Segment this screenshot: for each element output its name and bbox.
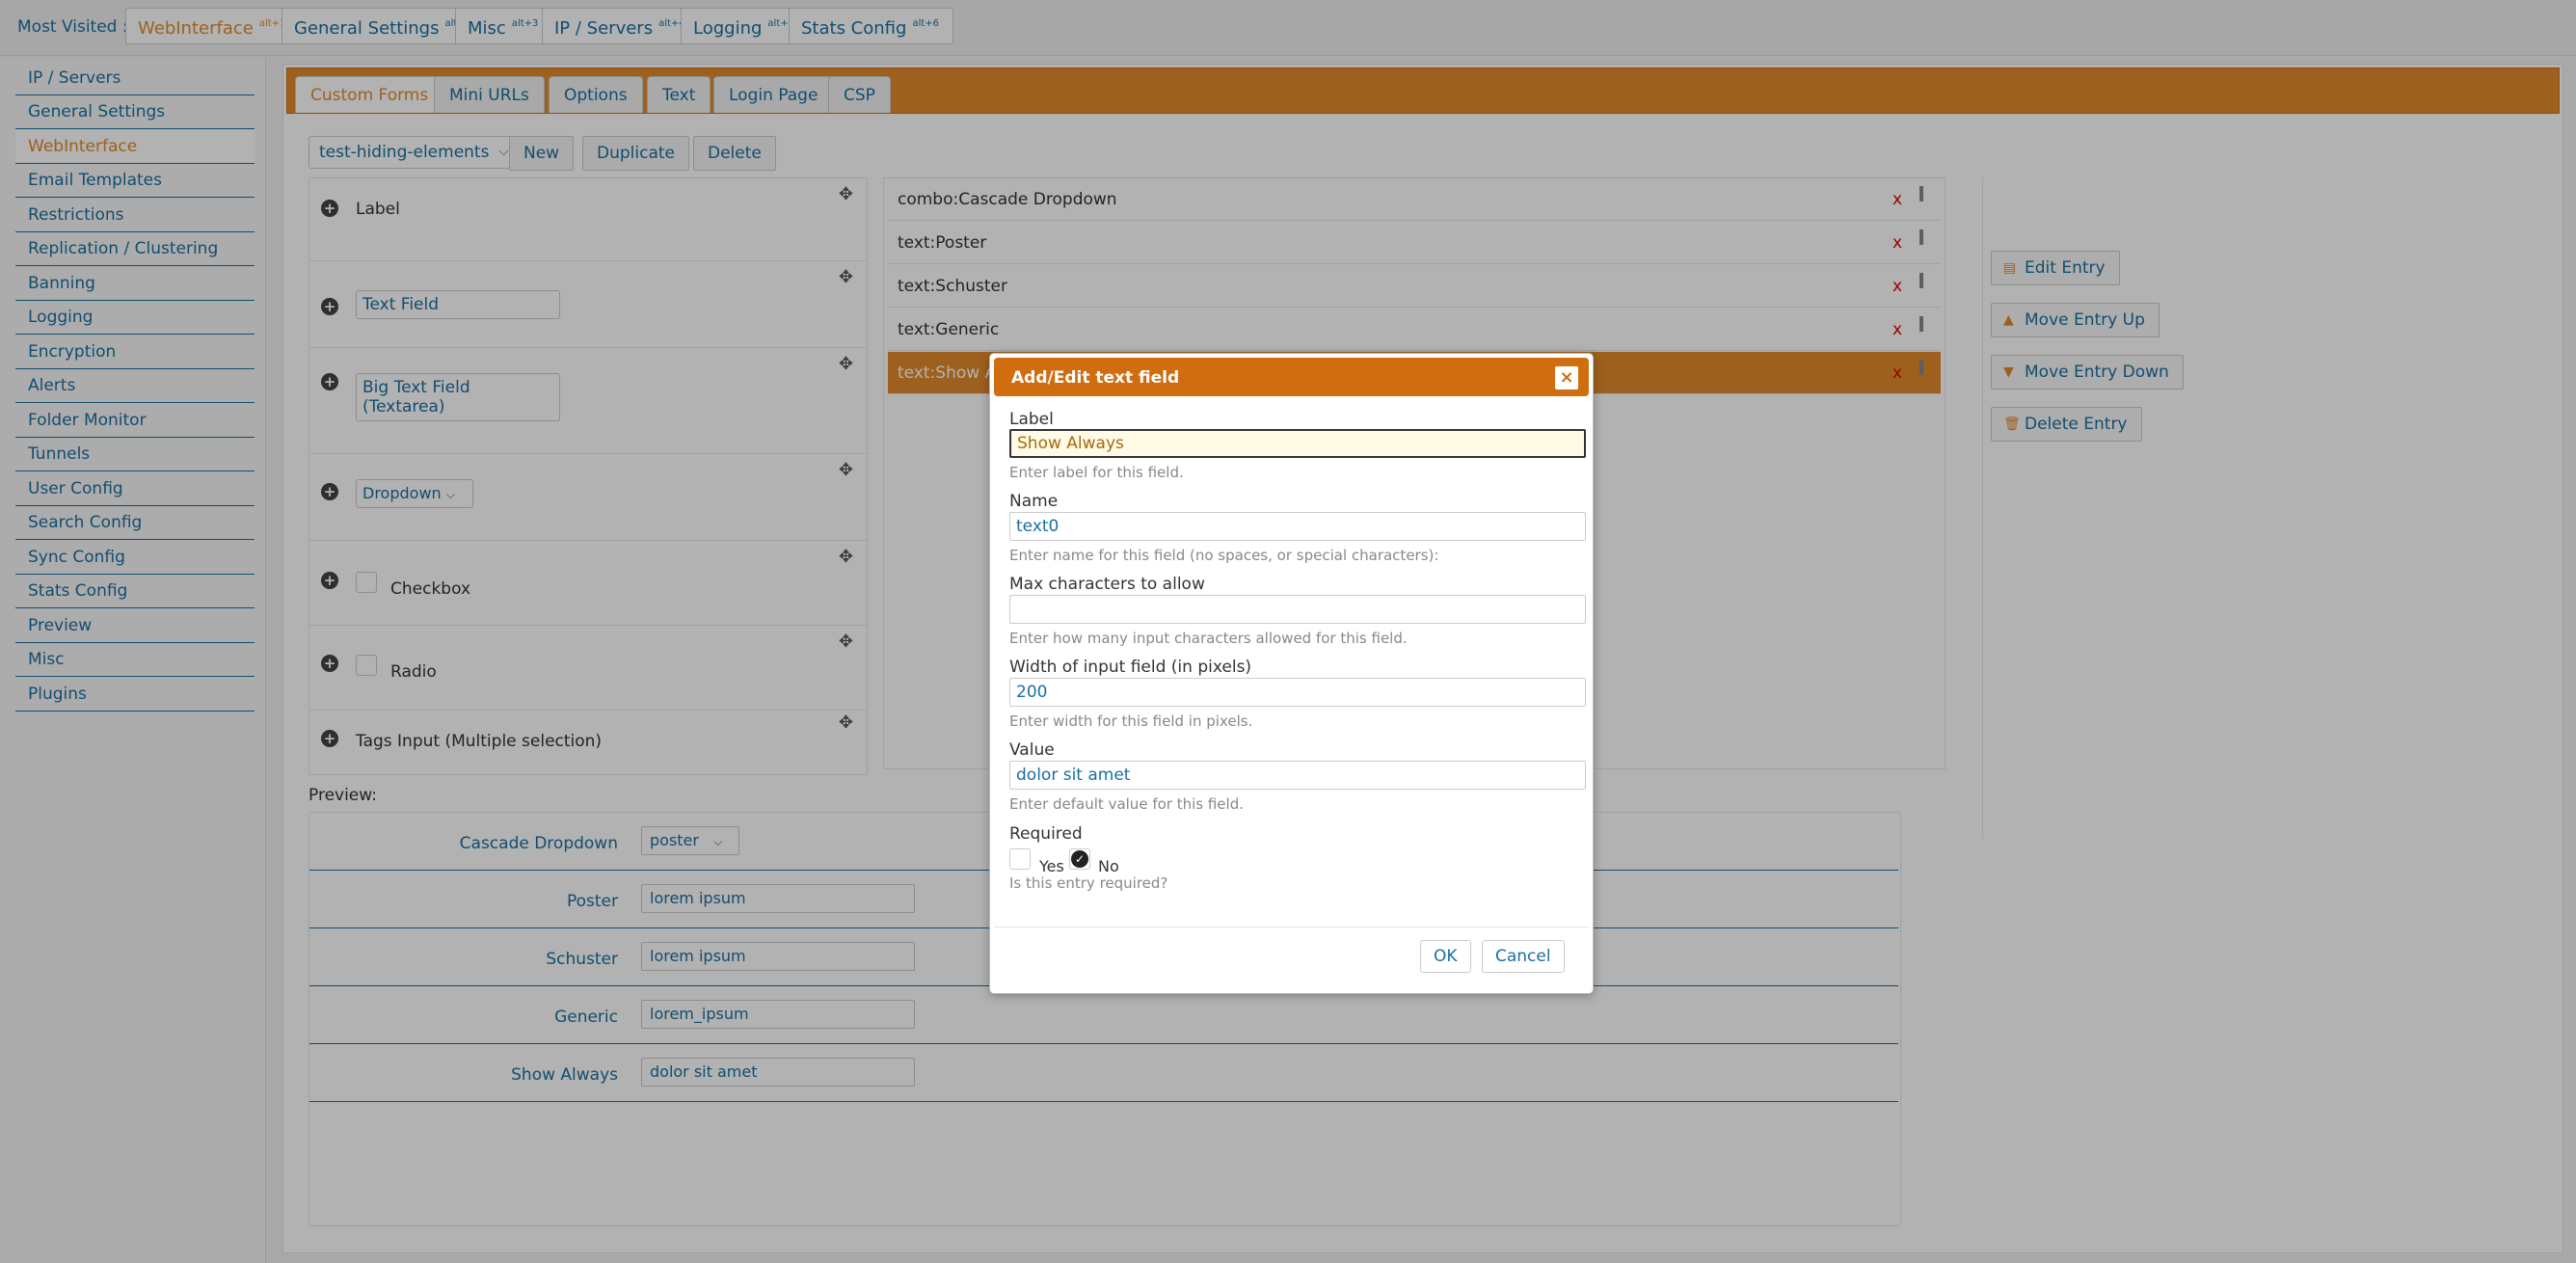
default-value-input[interactable]	[1009, 761, 1586, 790]
label-field-label: Label	[1009, 410, 1054, 429]
ok-button[interactable]: OK	[1420, 940, 1471, 973]
required-yes-label: Yes	[1039, 857, 1064, 875]
required-field-label: Required	[1009, 824, 1083, 844]
required-no-label: No	[1098, 857, 1119, 875]
value-field-label: Value	[1009, 740, 1055, 760]
edit-text-field-dialog: Add/Edit text field × Label Enter label …	[989, 353, 1594, 994]
checkmark-icon: ✓	[1071, 850, 1088, 868]
name-input[interactable]	[1009, 512, 1586, 541]
max-chars-help-text: Enter how many input characters allowed …	[1009, 630, 1408, 647]
required-yes-checkbox[interactable]	[1009, 848, 1031, 870]
max-chars-field-label: Max characters to allow	[1009, 575, 1205, 594]
required-no-checkbox[interactable]: ✓	[1069, 848, 1090, 870]
dialog-title: Add/Edit text field	[1011, 368, 1180, 388]
width-help-text: Enter width for this field in pixels.	[1009, 712, 1253, 730]
cancel-button[interactable]: Cancel	[1482, 940, 1565, 973]
name-help-text: Enter name for this field (no spaces, or…	[1009, 547, 1439, 564]
width-input[interactable]	[1009, 678, 1586, 707]
label-help-text: Enter label for this field.	[1009, 464, 1184, 481]
label-input[interactable]	[1009, 429, 1586, 458]
max-chars-input[interactable]	[1009, 595, 1586, 624]
required-help-text: Is this entry required?	[1009, 874, 1168, 892]
dialog-titlebar: Add/Edit text field ×	[994, 358, 1589, 396]
value-help-text: Enter default value for this field.	[1009, 795, 1244, 813]
width-field-label: Width of input field (in pixels)	[1009, 658, 1252, 677]
close-icon[interactable]: ×	[1554, 365, 1579, 390]
name-field-label: Name	[1009, 492, 1059, 511]
